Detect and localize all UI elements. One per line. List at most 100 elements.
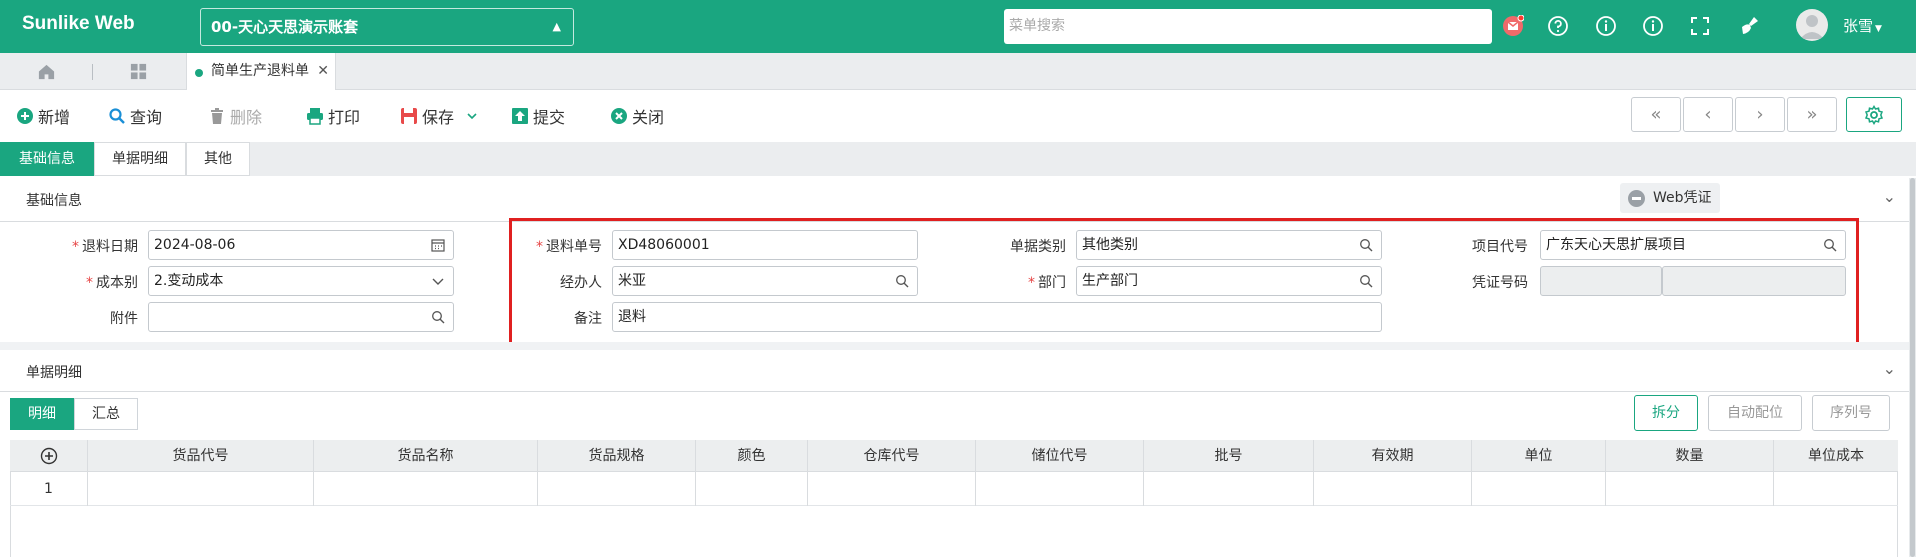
cell[interactable] xyxy=(1606,472,1774,506)
col-header[interactable]: 储位代号 xyxy=(976,440,1144,472)
chevron-down-icon xyxy=(432,278,444,285)
close-tab-icon[interactable]: ✕ xyxy=(317,53,329,90)
attach-label: 附件 xyxy=(110,311,138,327)
print-label: 打印 xyxy=(328,108,361,127)
caret-up-icon: ▲ xyxy=(552,20,561,33)
auto-alloc-button[interactable]: 自动配位 xyxy=(1708,395,1802,431)
cost-value: 2.变动成本 xyxy=(154,273,224,289)
search-icon[interactable] xyxy=(431,310,445,324)
col-header[interactable]: 批号 xyxy=(1144,440,1314,472)
scrollbar-thumb[interactable] xyxy=(1910,178,1915,557)
last-record-button[interactable]: » xyxy=(1787,97,1837,132)
submit-icon xyxy=(512,108,528,124)
user-name: 张雪 xyxy=(1843,17,1874,35)
return-date-field[interactable]: 2024-08-06 xyxy=(148,230,454,260)
add-button[interactable]: 新增 xyxy=(16,104,70,128)
cell[interactable] xyxy=(1144,472,1314,506)
chevron-down-icon[interactable]: ⌄ xyxy=(1883,187,1896,206)
tab-detail[interactable]: 明细 xyxy=(10,398,74,430)
doc-detail-header[interactable]: 单据明细 ⌄ xyxy=(0,350,1916,392)
next-record-button[interactable]: › xyxy=(1735,97,1785,132)
tab-summary[interactable]: 汇总 xyxy=(74,398,138,430)
close-circle-icon xyxy=(611,108,627,124)
cell[interactable] xyxy=(314,472,538,506)
cell[interactable] xyxy=(88,472,314,506)
cell[interactable] xyxy=(1314,472,1472,506)
menu-search-input[interactable]: 菜单搜索 xyxy=(1004,9,1492,44)
user-menu[interactable]: 张雪 ▼ xyxy=(1843,15,1882,36)
home-icon xyxy=(38,64,54,80)
brand-logo: Sunlike Web xyxy=(22,13,135,34)
col-header[interactable]: 货品代号 xyxy=(88,440,314,472)
cell[interactable] xyxy=(976,472,1144,506)
split-button[interactable]: 拆分 xyxy=(1634,395,1698,431)
col-header[interactable]: 单位成本 xyxy=(1774,440,1898,472)
info-icon[interactable] xyxy=(1593,13,1619,39)
user-avatar[interactable] xyxy=(1796,9,1828,41)
delete-button[interactable]: 删除 xyxy=(208,104,262,128)
col-header[interactable]: 单位 xyxy=(1472,440,1606,472)
tab-basic-info[interactable]: 基础信息 xyxy=(0,142,94,176)
col-header[interactable]: 有效期 xyxy=(1314,440,1472,472)
fullscreen-icon[interactable] xyxy=(1687,13,1713,39)
cost-select[interactable]: 2.变动成本 xyxy=(148,266,454,296)
tab-other[interactable]: 其他 xyxy=(186,142,250,176)
add-row-button[interactable] xyxy=(10,440,88,472)
save-button[interactable]: 保存 xyxy=(400,104,478,128)
tab-return-doc[interactable]: 简单生产退料单 ✕ xyxy=(186,53,336,91)
first-record-button[interactable]: « xyxy=(1631,97,1681,132)
prev-record-button[interactable]: ‹ xyxy=(1683,97,1733,132)
add-icon xyxy=(17,108,33,124)
section-title: 单据明细 xyxy=(26,365,82,381)
serial-button[interactable]: 序列号 xyxy=(1812,395,1890,431)
plus-circle-icon xyxy=(40,447,57,465)
web-voucher-button[interactable]: Web凭证 xyxy=(1620,183,1720,213)
col-header[interactable]: 颜色 xyxy=(696,440,808,472)
section-title: 基础信息 xyxy=(26,193,82,209)
chevron-down-icon[interactable]: ⌄ xyxy=(1883,359,1896,378)
printer-icon xyxy=(307,108,323,125)
attach-field[interactable] xyxy=(148,302,454,332)
section-gap xyxy=(0,342,1916,350)
col-header[interactable]: 仓库代号 xyxy=(808,440,976,472)
close-button[interactable]: 关闭 xyxy=(610,104,664,128)
query-button[interactable]: 查询 xyxy=(108,104,162,128)
highlight-box xyxy=(509,218,1859,347)
chevron-down-icon[interactable] xyxy=(466,110,478,122)
search-icon xyxy=(109,108,125,124)
trash-icon xyxy=(211,108,223,124)
clean-cache-icon[interactable] xyxy=(1737,13,1763,39)
account-name: 00-天心天思演示账套 xyxy=(211,18,359,36)
message-icon[interactable] xyxy=(1500,13,1526,39)
delete-label: 删除 xyxy=(230,108,263,127)
table-row[interactable]: 1 xyxy=(10,472,1898,506)
calendar-icon[interactable] xyxy=(431,238,445,252)
settings-button[interactable] xyxy=(1846,97,1902,132)
print-button[interactable]: 打印 xyxy=(306,104,360,128)
row-index: 1 xyxy=(10,472,88,506)
about-icon[interactable] xyxy=(1640,13,1666,39)
account-selector[interactable]: 00-天心天思演示账套 ▲ xyxy=(200,8,574,46)
col-header[interactable]: 货品规格 xyxy=(538,440,696,472)
active-dot-icon xyxy=(195,69,203,77)
top-bar: Sunlike Web 00-天心天思演示账套 ▲ 菜单搜索 张雪 ▼ xyxy=(0,0,1916,53)
cell[interactable] xyxy=(1472,472,1606,506)
cell[interactable] xyxy=(808,472,976,506)
tab-doc-detail[interactable]: 单据明细 xyxy=(94,142,186,176)
submit-button[interactable]: 提交 xyxy=(511,104,565,128)
grid-header: 货品代号 货品名称 货品规格 颜色 仓库代号 储位代号 批号 有效期 单位 数量… xyxy=(10,440,1898,472)
cell[interactable] xyxy=(696,472,808,506)
add-label: 新增 xyxy=(38,108,71,127)
col-header[interactable]: 数量 xyxy=(1606,440,1774,472)
cell[interactable] xyxy=(1774,472,1898,506)
cell[interactable] xyxy=(538,472,696,506)
toolbar xyxy=(0,90,1916,142)
col-header[interactable]: 货品名称 xyxy=(314,440,538,472)
apps-tab[interactable] xyxy=(108,53,168,90)
vertical-scrollbar[interactable] xyxy=(1909,178,1916,557)
help-icon[interactable] xyxy=(1545,13,1571,39)
web-voucher-label: Web凭证 xyxy=(1653,190,1712,206)
query-label: 查询 xyxy=(130,108,163,127)
home-tab[interactable] xyxy=(16,53,76,90)
tab-strip: 简单生产退料单 ✕ xyxy=(0,53,1916,91)
